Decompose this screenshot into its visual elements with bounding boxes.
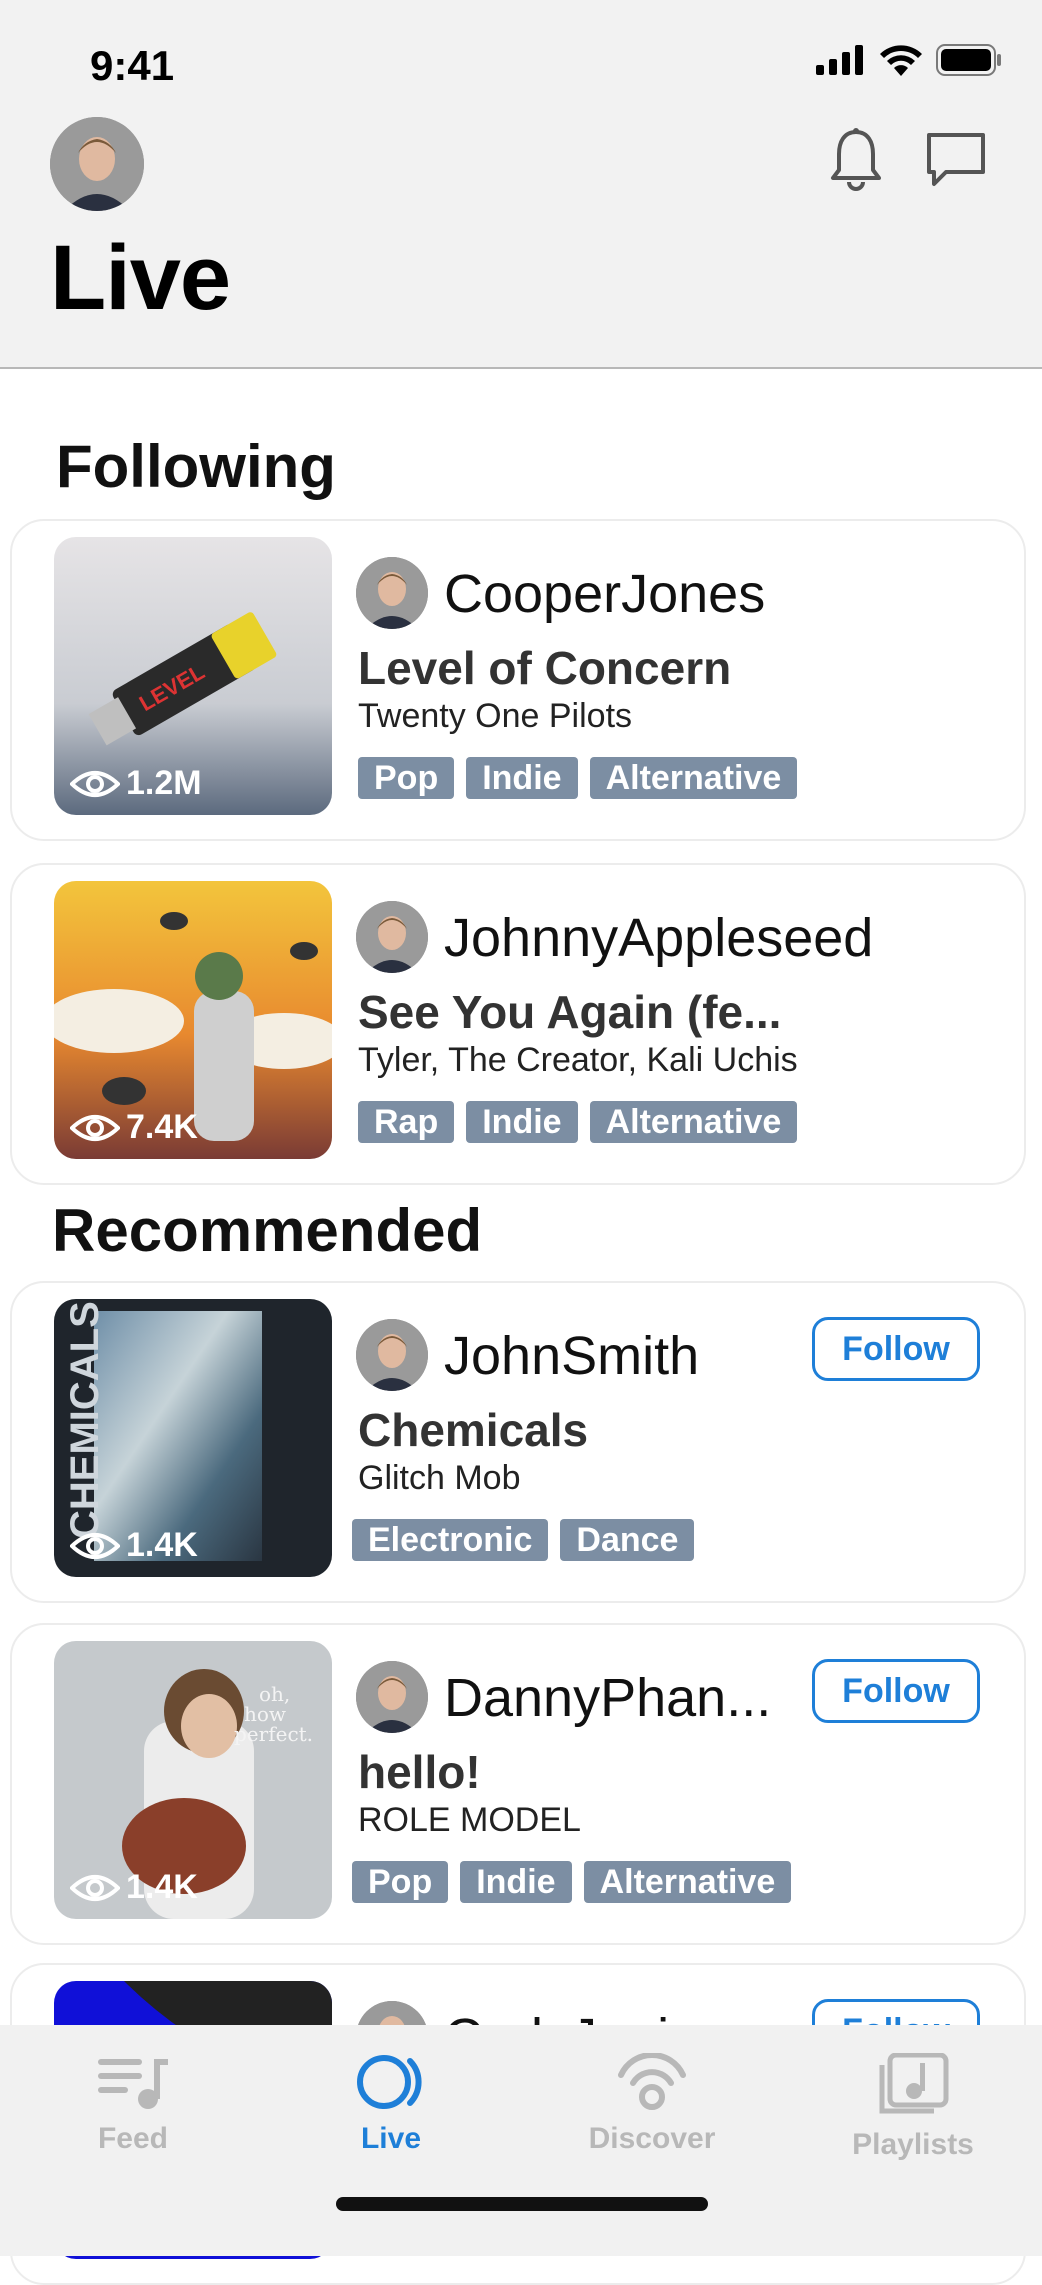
tab-bar: Feed Live Discover Playlists: [0, 2025, 1042, 2256]
artist-name: ROLE MODEL: [358, 1801, 581, 1839]
bell-icon[interactable]: [830, 128, 882, 192]
view-count-value: 1.4K: [126, 1526, 198, 1564]
tab-discover[interactable]: Discover: [572, 2052, 732, 2156]
song-title: Chemicals: [358, 1404, 589, 1456]
tab-playlists[interactable]: Playlists: [833, 2052, 993, 2162]
song-title: hello!: [358, 1746, 481, 1798]
svg-text:CHEMICALS: CHEMICALS: [63, 1301, 107, 1539]
header: 9:41 Live: [0, 0, 1042, 369]
view-count: 7.4K: [70, 1108, 198, 1147]
song-title: See You Again (fe...: [358, 986, 782, 1038]
feed-icon: [98, 2059, 168, 2109]
section-title-recommended: Recommended: [52, 1197, 483, 1264]
genre-tag: Pop: [352, 1861, 449, 1903]
user-avatar[interactable]: [356, 901, 428, 973]
tab-label: Feed: [97, 2122, 169, 2155]
tab-label: Discover: [588, 2122, 716, 2155]
user-avatar[interactable]: [356, 1319, 428, 1391]
profile-avatar[interactable]: [50, 117, 144, 211]
username[interactable]: DannyPhan...: [444, 1667, 771, 1729]
page-title: Live: [50, 227, 231, 329]
stream-card[interactable]: LEVEL 1.2M CooperJones Level of Concern …: [10, 519, 1026, 841]
artist-name: Glitch Mob: [358, 1459, 521, 1497]
username[interactable]: JohnSmith: [444, 1325, 699, 1387]
follow-button[interactable]: Follow: [812, 1317, 980, 1381]
album-cover: 7.4K: [54, 881, 332, 1159]
genre-tag: Dance: [560, 1519, 695, 1561]
eye-icon: [70, 1114, 120, 1141]
stream-card[interactable]: oh, how perfect. 1.4K DannyPhan... Follo…: [10, 1623, 1026, 1945]
tab-live[interactable]: Live: [311, 2053, 471, 2156]
genre-tags: Pop Indie Alternative: [352, 1861, 792, 1903]
battery-icon: [936, 44, 1001, 76]
view-count-value: 1.2M: [126, 764, 202, 802]
home-indicator[interactable]: [336, 2197, 708, 2211]
genre-tag: Alternative: [583, 1861, 792, 1903]
eye-icon: [70, 1874, 120, 1901]
genre-tags: Rap Indie Alternative: [358, 1101, 798, 1143]
tab-label: Live: [360, 2122, 422, 2155]
status-icons: [816, 44, 1002, 76]
album-cover: LEVEL 1.2M: [54, 537, 332, 815]
genre-tag: Alternative: [589, 757, 798, 799]
discover-icon: [618, 2052, 686, 2110]
genre-tag: Rap: [358, 1101, 455, 1143]
follow-button[interactable]: Follow: [812, 1659, 980, 1723]
user-avatar[interactable]: [356, 557, 428, 629]
tab-label: Playlists: [852, 2128, 974, 2161]
eye-icon: [70, 1532, 120, 1559]
view-count: 1.4K: [70, 1868, 198, 1907]
live-icon: [357, 2055, 422, 2109]
message-icon[interactable]: [926, 132, 986, 188]
view-count-value: 1.4K: [126, 1868, 198, 1906]
genre-tags: Electronic Dance: [352, 1519, 695, 1561]
view-count-value: 7.4K: [126, 1108, 198, 1146]
svg-text:perfect.: perfect.: [234, 1722, 313, 1746]
username[interactable]: CooperJones: [444, 563, 765, 625]
album-cover: oh, how perfect. 1.4K: [54, 1641, 332, 1919]
stream-card[interactable]: CHEMICALS 1.4K JohnSmith Follow Chemical…: [10, 1281, 1026, 1603]
signal-icon: [816, 45, 863, 75]
album-cover: CHEMICALS 1.4K: [54, 1299, 332, 1577]
artist-name: Tyler, The Creator, Kali Uchis: [358, 1041, 798, 1079]
user-avatar[interactable]: [356, 1661, 428, 1733]
genre-tag: Indie: [466, 1101, 578, 1143]
view-count: 1.4K: [70, 1526, 198, 1565]
genre-tag: Indie: [466, 757, 578, 799]
view-count: 1.2M: [70, 764, 202, 803]
status-time: 9:41: [90, 42, 175, 89]
artist-name: Twenty One Pilots: [358, 697, 633, 735]
genre-tag: Indie: [460, 1861, 572, 1903]
section-title-following: Following: [56, 433, 336, 500]
tab-feed[interactable]: Feed: [53, 2053, 213, 2156]
genre-tags: Pop Indie Alternative: [358, 757, 798, 799]
eye-icon: [70, 770, 120, 797]
playlists-icon: [879, 2052, 949, 2114]
genre-tag: Electronic: [352, 1519, 549, 1561]
wifi-icon: [880, 45, 922, 76]
song-title: Level of Concern: [358, 642, 732, 694]
genre-tag: Alternative: [589, 1101, 798, 1143]
username[interactable]: JohnnyAppleseed: [444, 907, 873, 969]
genre-tag: Pop: [358, 757, 455, 799]
stream-card[interactable]: 7.4K JohnnyAppleseed See You Again (fe..…: [10, 863, 1026, 1185]
